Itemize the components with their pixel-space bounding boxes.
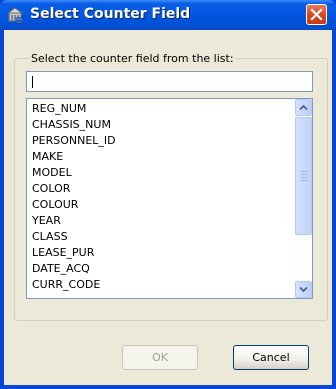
thumb-grip (301, 177, 308, 178)
list-item[interactable]: CURR_CODE (27, 277, 293, 293)
list-items: REG_NUM CHASSIS_NUM PERSONNEL_ID MAKE MODEL C… (27, 101, 293, 293)
field-listbox[interactable]: REG_NUM CHASSIS_NUM PERSONNEL_ID MAKE MODEL C… (26, 98, 313, 299)
scroll-down-button[interactable] (295, 281, 312, 298)
ok-button[interactable]: OK (122, 345, 198, 370)
dialog-window: Select Counter Field Select the counter … (0, 0, 336, 389)
list-item[interactable]: MODEL (27, 165, 293, 181)
list-item[interactable]: DATE_ACQ (27, 261, 293, 277)
list-item[interactable]: LEASE_PUR (27, 245, 293, 261)
list-item[interactable]: CHASSIS_NUM (27, 117, 293, 133)
group-label: Select the counter field from the list: (29, 52, 236, 65)
title-bar[interactable]: Select Counter Field (0, 0, 336, 30)
search-input[interactable] (26, 71, 313, 92)
thumb-grip (301, 171, 308, 172)
list-item[interactable]: CLASS (27, 229, 293, 245)
thumb-grip (301, 174, 308, 175)
scroll-thumb[interactable] (295, 117, 312, 235)
cancel-button[interactable]: Cancel (233, 345, 309, 370)
window-title: Select Counter Field (30, 6, 191, 22)
list-item[interactable]: COLOUR (27, 197, 293, 213)
text-caret (32, 76, 33, 88)
scroll-up-button[interactable] (295, 99, 312, 116)
list-item[interactable]: REG_NUM (27, 101, 293, 117)
list-item[interactable]: MAKE (27, 149, 293, 165)
close-button[interactable] (306, 4, 327, 25)
database-icon (6, 6, 24, 24)
list-item[interactable]: PERSONNEL_ID (27, 133, 293, 149)
list-item[interactable]: YEAR (27, 213, 293, 229)
list-item[interactable]: COLOR (27, 181, 293, 197)
vertical-scrollbar[interactable] (295, 99, 312, 298)
thumb-grip (301, 180, 308, 181)
